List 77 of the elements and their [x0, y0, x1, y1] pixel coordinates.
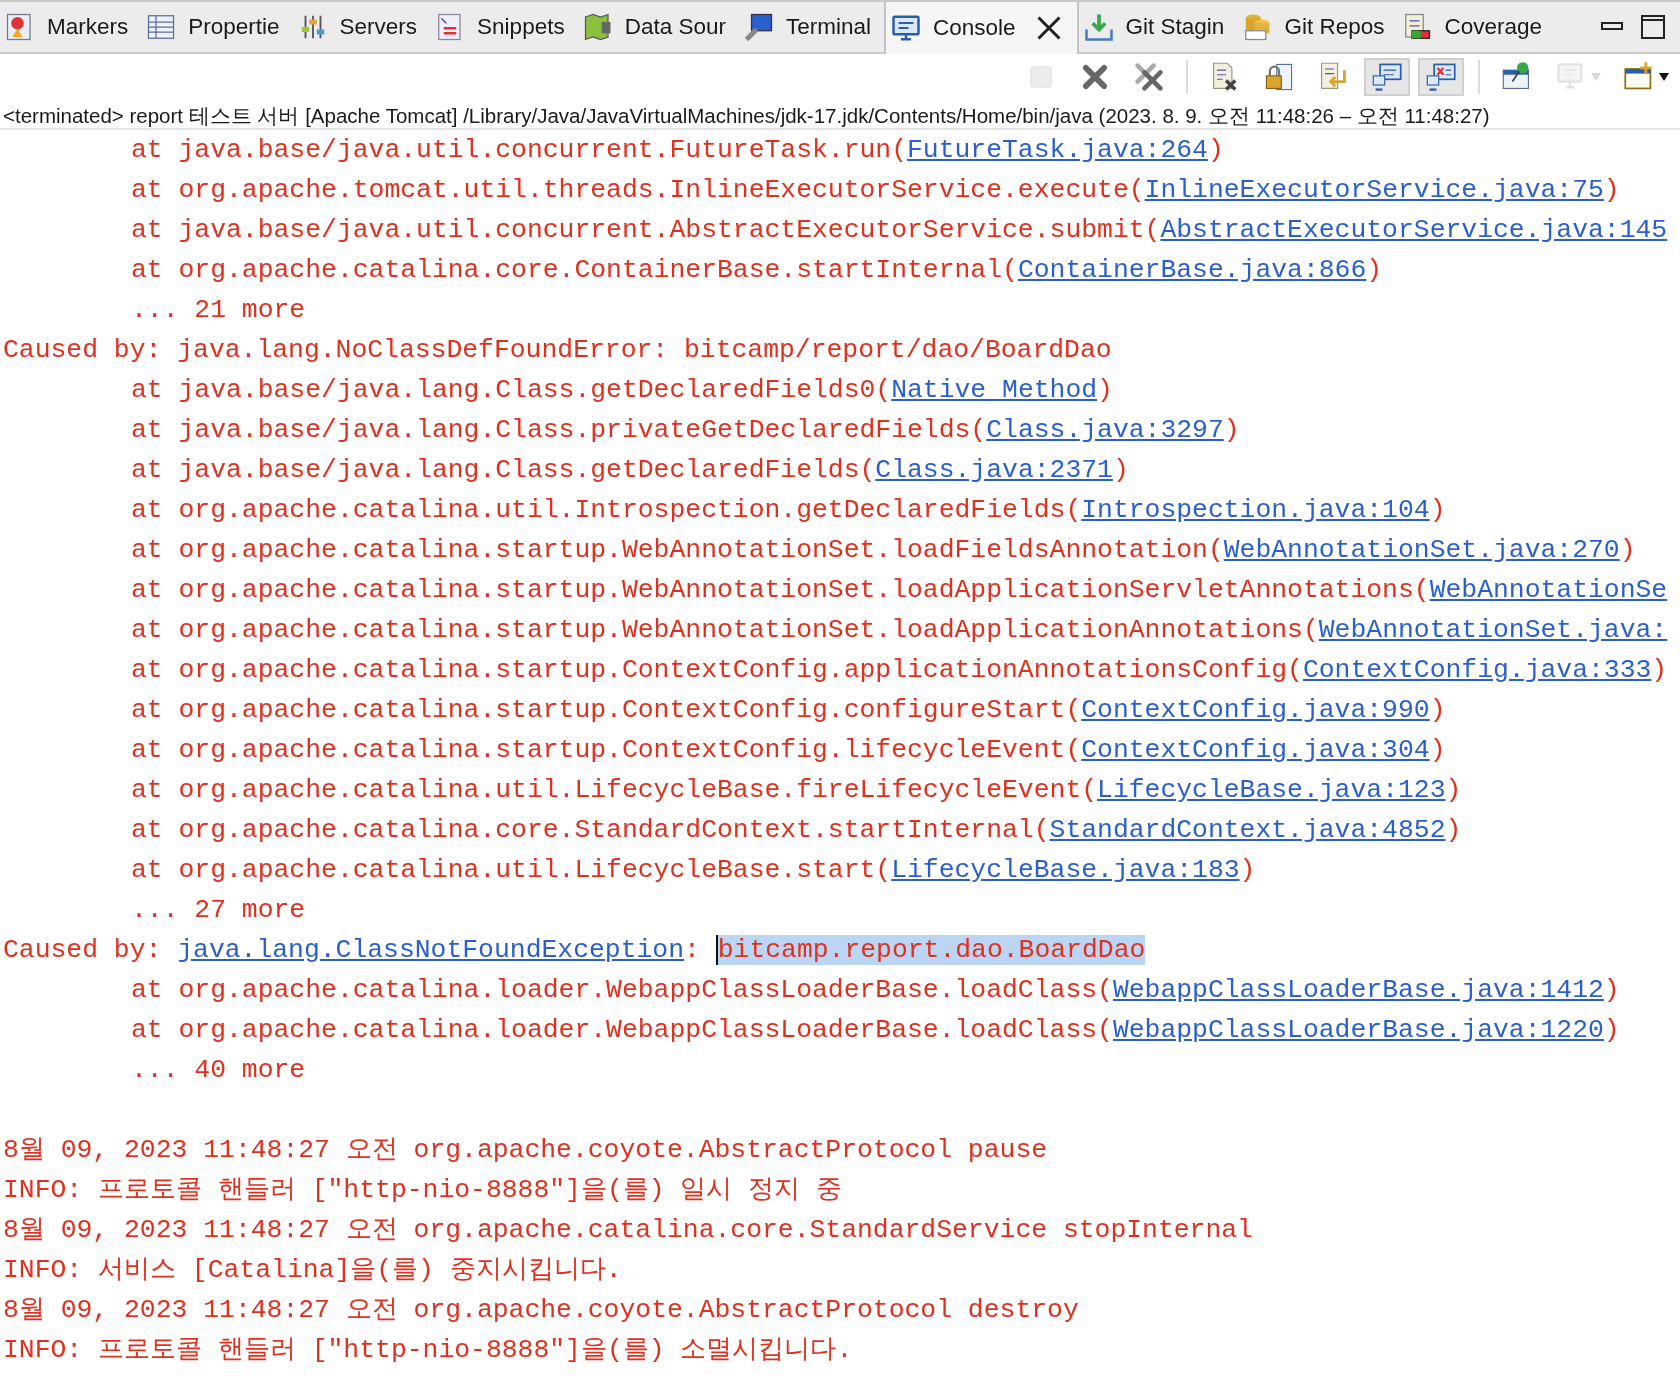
- view-tab[interactable]: Terminal: [738, 2, 884, 52]
- console-line: INFO: 프로토콜 핸들러 ["http-nio-8888"]을(를) 소멸시킵니다.: [2, 1334, 853, 1367]
- source-link[interactable]: java.lang.ClassNotFoundException: [177, 935, 684, 965]
- console-line: at org.apache.catalina.core.ContainerBase.startInternal(ContainerBase.java:866): [130, 254, 1383, 287]
- console-line: ... 40 more: [130, 1054, 306, 1087]
- console-line: 8월 09, 2023 11:48:27 오전 org.apache.coyote.AbstractProtocol pause: [2, 1134, 1048, 1167]
- console-line: Caused by: java.lang.NoClassDefFoundError: bitcamp/report/dao/BoardDao: [2, 334, 1112, 367]
- console-line: at java.base/java.lang.Class.getDeclaredFields(Class.java:2371): [130, 454, 1129, 487]
- view-tab-icon: [1402, 12, 1433, 42]
- source-link[interactable]: WebAnnotationSet.java:270: [1223, 535, 1620, 565]
- source-link[interactable]: LifecycleBase.java:123: [1097, 775, 1446, 805]
- console-line: at java.base/java.util.concurrent.FutureTask.run(FutureTask.java:264): [130, 134, 1224, 167]
- source-link[interactable]: ContextConfig.java:333: [1302, 655, 1652, 685]
- console-line: at org.apache.catalina.loader.WebappClassLoaderBase.loadClass(WebappClassLoaderBase.java:1412): [130, 974, 1620, 1007]
- view-tab-icon: [582, 12, 613, 42]
- console-line: at org.apache.catalina.util.Introspection.getDeclaredFields(Introspection.java:104): [130, 494, 1446, 527]
- console-line: at org.apache.catalina.startup.ContextConfig.configureStart(ContextConfig.java:990): [130, 694, 1446, 727]
- console-line: at org.apache.catalina.startup.ContextConfig.lifecycleEvent(ContextConfig.java:304): [130, 734, 1446, 767]
- view-tab[interactable]: Markers: [0, 2, 142, 52]
- source-link[interactable]: Native Method: [891, 375, 1098, 405]
- console-line: Caused by: java.lang.ClassNotFoundException: bitcamp.report.dao.BoardDao: [2, 934, 1146, 967]
- source-link[interactable]: WebAnnotationSe: [1429, 575, 1668, 605]
- maximize-icon[interactable]: [1640, 14, 1666, 40]
- console-line: at org.apache.tomcat.util.threads.InlineExecutorService.execute(InlineExecutorService.java:75): [130, 174, 1620, 207]
- view-tab[interactable]: Git Repos: [1237, 2, 1398, 52]
- source-link[interactable]: LifecycleBase.java:183: [891, 855, 1240, 885]
- console-line: at org.apache.catalina.startup.ContextConfig.applicationAnnotationsConfig(ContextConfig.java:333): [130, 654, 1668, 687]
- source-link[interactable]: Class.java:3297: [986, 415, 1224, 445]
- source-link[interactable]: WebAnnotationSet.java:: [1318, 615, 1668, 645]
- console-line: at org.apache.catalina.core.StandardContext.startInternal(StandardContext.java:4852): [130, 814, 1462, 847]
- source-link[interactable]: FutureTask.java:264: [907, 135, 1208, 165]
- source-link[interactable]: StandardContext.java:4852: [1049, 815, 1446, 845]
- console-line: at org.apache.catalina.startup.WebAnnotationSet.loadApplicationServletAnnotations(WebAnnotationSe: [130, 574, 1668, 607]
- view-tab[interactable]: Coverage: [1397, 2, 1555, 52]
- show-stdout-icon: [1371, 61, 1403, 93]
- view-tab[interactable]: Data Sour: [577, 2, 739, 52]
- view-tab[interactable]: Propertie: [141, 2, 293, 52]
- show-stdout-button[interactable]: [1364, 58, 1410, 96]
- console-line: INFO: 프로토콜 핸들러 ["http-nio-8888"]을(를) 일시 정지 중: [2, 1174, 843, 1207]
- console-line: ... 27 more: [130, 894, 306, 927]
- selected-text: bitcamp.report.dao.BoardDao: [715, 935, 1146, 965]
- view-tab[interactable]: Git Stagin: [1078, 2, 1238, 52]
- console-line: at org.apache.catalina.util.LifecycleBase.start(LifecycleBase.java:183): [130, 854, 1256, 887]
- source-link[interactable]: ContainerBase.java:866: [1017, 255, 1367, 285]
- console-line: at org.apache.catalina.util.LifecycleBase.fireLifecycleEvent(LifecycleBase.java:123): [130, 774, 1462, 807]
- process-label: <terminated> report 테스트 서버 [Apache Tomcat] /Library/Java/JavaVirtualMachines/jdk-17.jdk/Contents/Home/bin/java (2023. 8. 9. 오전 11:48:26 – 오전 11:48:27): [0, 100, 1680, 130]
- source-link[interactable]: AbstractExecutorService.java:145: [1160, 215, 1668, 245]
- source-link[interactable]: InlineExecutorService.java:75: [1144, 175, 1604, 205]
- show-stderr-icon: [1425, 61, 1457, 93]
- source-link[interactable]: Introspection.java:104: [1081, 495, 1430, 525]
- view-tab[interactable]: Snippets: [430, 2, 578, 52]
- console-line: at java.base/java.lang.Class.getDeclaredFields0(Native Method): [130, 374, 1113, 407]
- console-line: at org.apache.catalina.startup.WebAnnotationSet.loadFieldsAnnotation(WebAnnotationSet.java:270): [130, 534, 1636, 567]
- source-link[interactable]: WebappClassLoaderBase.java:1412: [1112, 975, 1604, 1005]
- console-line: ... 21 more: [130, 294, 306, 327]
- view-tab[interactable]: Servers: [292, 2, 431, 52]
- view-tab-icon: [743, 12, 774, 42]
- console-line: at java.base/java.lang.Class.privateGetDeclaredFields(Class.java:3297): [130, 414, 1240, 447]
- show-stderr-button[interactable]: [1418, 58, 1464, 96]
- view-tab-icon: [1083, 12, 1114, 42]
- console-line: 8월 09, 2023 11:48:27 오전 org.apache.catalina.core.StandardService stopInternal: [2, 1214, 1253, 1247]
- view-tab-icon: [146, 12, 177, 42]
- remove-all-icon: [1133, 61, 1165, 93]
- source-link[interactable]: ContextConfig.java:304: [1081, 735, 1430, 765]
- console-line: at java.base/java.util.concurrent.AbstractExecutorService.submit(AbstractExecutorService.java:145: [130, 214, 1668, 247]
- scroll-lock-icon: [1263, 61, 1295, 93]
- console-line: 8월 09, 2023 11:48:27 오전 org.apache.coyote.AbstractProtocol destroy: [2, 1294, 1079, 1327]
- console-line: INFO: 서비스 [Catalina]을(를) 중지시킵니다.: [2, 1254, 622, 1287]
- view-tab-icon: [891, 13, 921, 43]
- source-link[interactable]: ContextConfig.java:990: [1081, 695, 1430, 725]
- source-link[interactable]: WebappClassLoaderBase.java:1220: [1112, 1015, 1604, 1045]
- source-link[interactable]: Class.java:2371: [875, 455, 1113, 485]
- view-tab-icon: [1242, 12, 1273, 42]
- caret-icon[interactable]: [1659, 73, 1669, 81]
- view-tab[interactable]: Console: [884, 2, 1079, 54]
- console-line: at org.apache.catalina.startup.WebAnnotationSet.loadApplicationAnnotations(WebAnnotationSet.java:: [130, 614, 1668, 647]
- console-line: at org.apache.catalina.loader.WebappClassLoaderBase.loadClass(WebappClassLoaderBase.java:1220): [130, 1014, 1620, 1047]
